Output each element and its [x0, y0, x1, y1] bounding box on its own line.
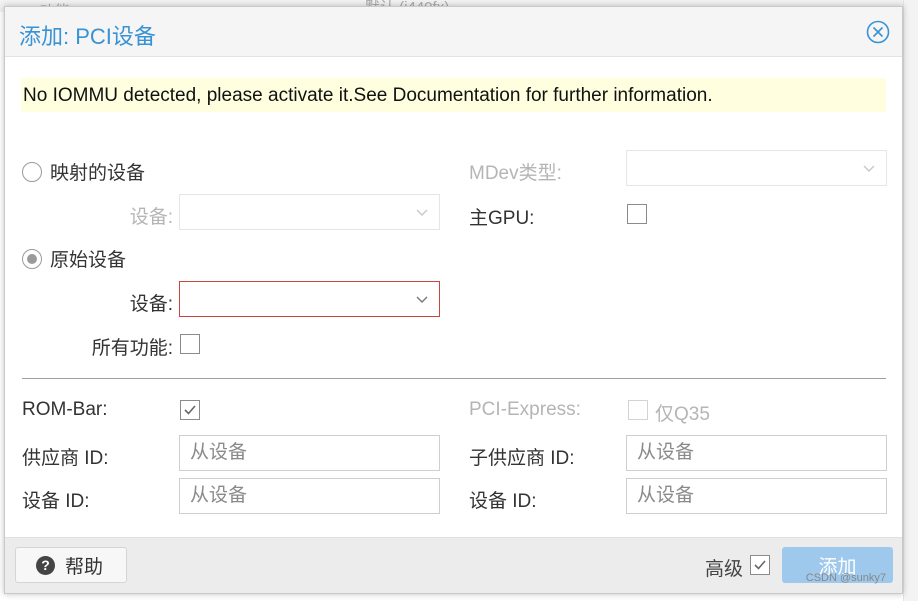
iommu-warning: No IOMMU detected, please activate it.Se…: [21, 78, 886, 112]
device-id-input[interactable]: [179, 478, 440, 514]
raw-device-combobox[interactable]: [179, 281, 440, 317]
chevron-down-icon: [416, 209, 428, 216]
mapped-device-label: 映射的设备: [50, 163, 146, 184]
subsys-vendor-id-input[interactable]: [626, 435, 887, 471]
background-scroll-area: [903, 0, 918, 601]
advanced-checkbox[interactable]: [750, 555, 770, 575]
subsys-device-id-input[interactable]: [626, 478, 887, 514]
help-label: 帮助: [65, 556, 104, 578]
q35-only-label: 仅Q35: [655, 404, 710, 425]
vendor-id-label: 供应商 ID:: [22, 448, 109, 469]
primary-gpu-label: 主GPU:: [469, 208, 535, 229]
close-circle-icon: [866, 20, 890, 44]
checkmark-icon: [184, 405, 196, 415]
rom-bar-checkbox[interactable]: [180, 400, 200, 420]
subsys-device-id-label: 设备 ID:: [469, 491, 537, 512]
dialog-title: 添加: PCI设备: [19, 24, 156, 49]
all-functions-label: 所有功能:: [91, 338, 173, 359]
advanced-label: 高级: [705, 559, 744, 580]
mapped-device-combobox[interactable]: [179, 194, 440, 230]
vendor-id-input[interactable]: [179, 435, 440, 471]
section-divider: [22, 378, 886, 379]
mdev-type-label: MDev类型:: [469, 163, 562, 184]
all-functions-checkbox[interactable]: [180, 334, 200, 354]
checkmark-icon: [754, 560, 766, 570]
raw-device-radio[interactable]: 原始设备: [22, 245, 126, 272]
device-id-label: 设备 ID:: [22, 491, 90, 512]
raw-device-label: 原始设备: [50, 250, 127, 271]
radio-circle: [22, 161, 42, 182]
dialog-footer: ? 帮助 高级 添加 CSDN @sunky7: [5, 537, 902, 593]
primary-gpu-checkbox[interactable]: [627, 204, 647, 224]
subsys-vendor-id-label: 子供应商 ID:: [469, 448, 575, 469]
radio-circle: [22, 248, 42, 269]
chevron-down-icon: [416, 296, 428, 303]
chevron-down-icon: [863, 165, 875, 172]
mapped-device-field-label: 设备:: [129, 207, 173, 228]
mdev-type-combobox[interactable]: [626, 150, 887, 186]
pci-express-checkbox[interactable]: [628, 400, 648, 420]
pci-express-label: PCI-Express:: [469, 399, 581, 420]
raw-device-field-label: 设备:: [129, 294, 173, 315]
dialog-title-bar: 添加: PCI设备: [5, 7, 902, 57]
close-button[interactable]: [866, 20, 890, 44]
help-button[interactable]: ? 帮助: [15, 547, 127, 583]
watermark: CSDN @sunky7: [805, 572, 886, 584]
mapped-device-radio[interactable]: 映射的设备: [22, 158, 145, 185]
question-circle-icon: ?: [36, 555, 55, 575]
rom-bar-label: ROM-Bar:: [22, 399, 108, 420]
add-pci-device-dialog: 添加: PCI设备 No IOMMU detected, please acti…: [4, 6, 903, 594]
